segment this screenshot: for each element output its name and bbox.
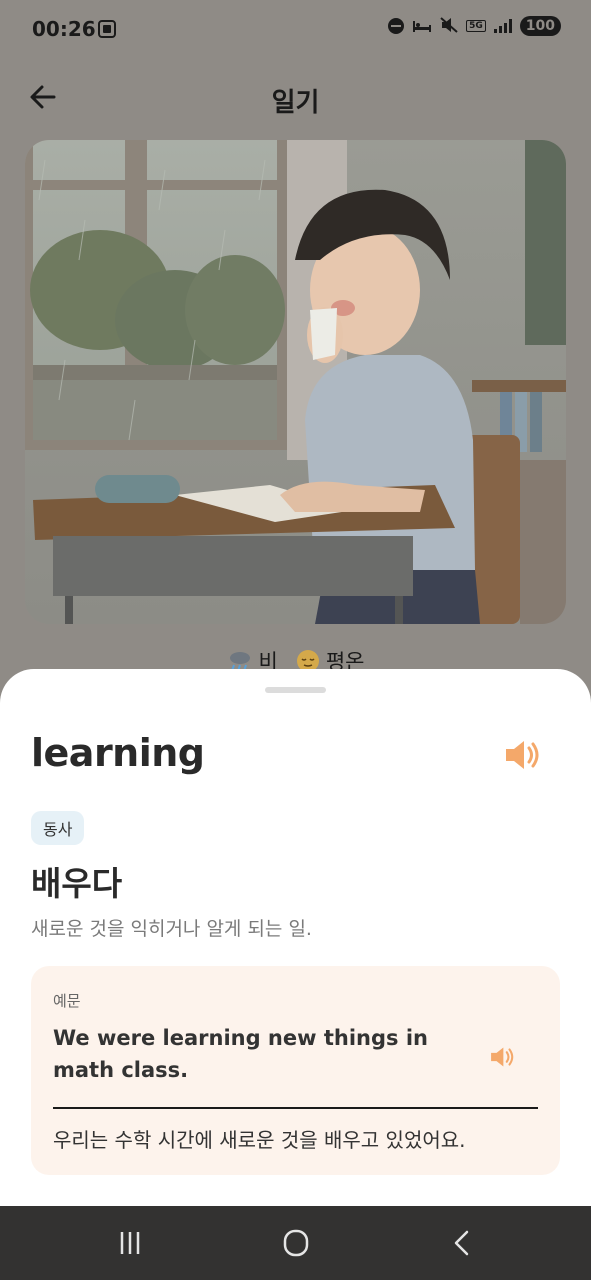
clock: 00:26 — [32, 17, 96, 41]
back-icon — [454, 1230, 469, 1256]
example-english: We were learning new things in math clas… — [53, 1026, 428, 1082]
sheet-drag-handle[interactable] — [265, 687, 326, 693]
screenshot-icon — [98, 20, 116, 38]
word-meaning: 배우다 — [31, 864, 123, 903]
status-icons: 5G 100 — [388, 16, 561, 36]
diary-illustration — [25, 140, 566, 624]
word-audio-button[interactable] — [500, 733, 544, 777]
vocab-word: learning — [31, 731, 205, 775]
word-detail-sheet: learning 동사 배우다 새로운 것을 익히거나 알게 되는 일. 예문 … — [0, 669, 591, 1206]
word-definition: 새로운 것을 익히거나 알게 되는 일. — [31, 918, 312, 940]
example-label: 예문 — [53, 992, 81, 1010]
example-card: 예문 We were learning new things in math c… — [31, 966, 560, 1175]
sleep-icon — [412, 17, 432, 36]
speaker-icon — [491, 1047, 514, 1067]
app-header: 일기 — [0, 60, 591, 136]
dnd-icon — [388, 18, 405, 34]
example-korean: 우리는 수학 시간에 새로운 것을 배우고 있었어요. — [53, 1128, 466, 1152]
nav-back-button[interactable] — [442, 1228, 482, 1260]
system-nav-bar — [0, 1206, 591, 1280]
home-button[interactable] — [276, 1228, 316, 1260]
5g-icon: 5G — [466, 20, 486, 32]
battery-icon: 100 — [519, 16, 561, 36]
signal-icon — [493, 19, 512, 33]
mute-icon — [440, 16, 458, 36]
speaker-icon — [506, 741, 539, 769]
part-of-speech-badge: 동사 — [31, 811, 85, 845]
recent-apps-button[interactable] — [110, 1228, 150, 1260]
page-title: 일기 — [271, 88, 320, 118]
home-icon — [283, 1229, 309, 1257]
example-divider — [53, 1107, 538, 1109]
recent-apps-icon — [120, 1232, 140, 1254]
status-bar: 00:26 5G 100 — [0, 0, 591, 60]
example-audio-button[interactable] — [487, 1042, 517, 1072]
